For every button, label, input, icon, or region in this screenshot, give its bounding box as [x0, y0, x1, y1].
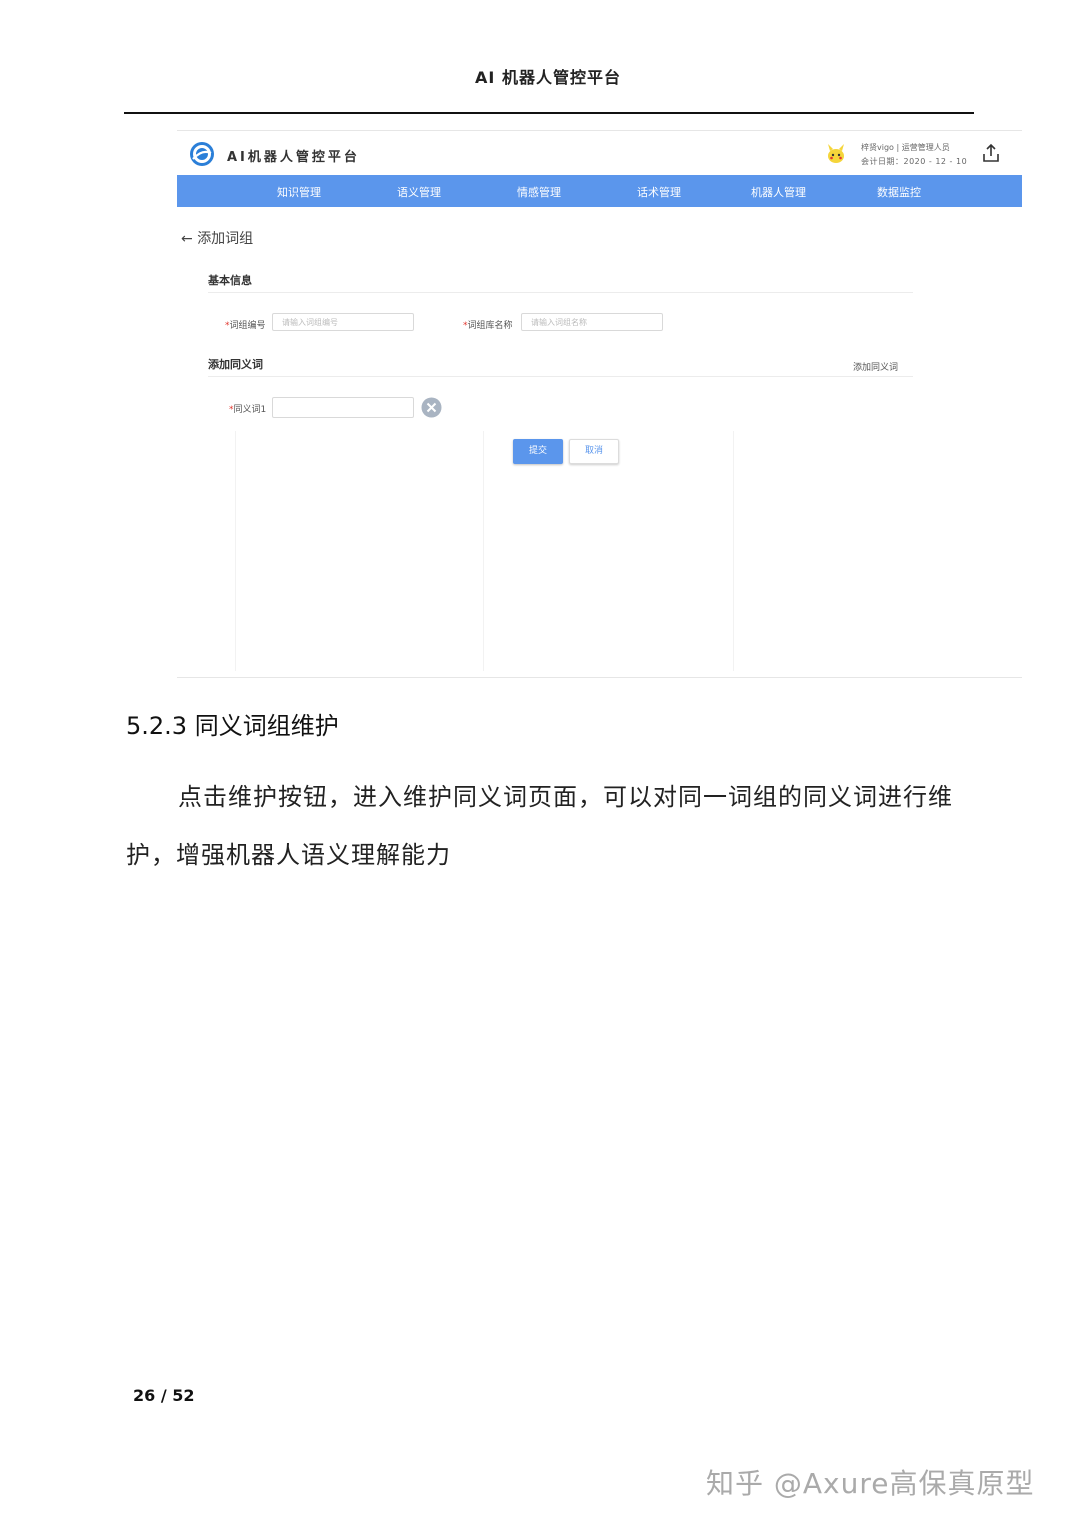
page-number: 26 / 52	[133, 1386, 195, 1405]
share-upload-icon[interactable]	[981, 143, 1001, 163]
nav-item-monitoring[interactable]: 数据监控	[877, 184, 921, 200]
section-divider	[208, 292, 913, 293]
watermark: 知乎 @Axure高保真原型	[706, 1467, 1035, 1500]
accounting-date: 会计日期：2020 - 12 - 10	[861, 157, 968, 166]
section-title-basic: 基本信息	[208, 274, 252, 287]
user-name-role: 梓贤vigo | 运营管理人员	[861, 143, 950, 152]
group-id-input[interactable]: 请输入词组编号	[272, 313, 414, 331]
app-topbar: AI机器人管控平台 梓贤vigo | 运营管理人员 会计日期：2020 - 12…	[177, 131, 1022, 175]
section-title-synonyms: 添加同义词	[208, 358, 263, 371]
group-name-input[interactable]: 请输入词组名称	[521, 313, 663, 331]
section-divider	[208, 376, 913, 377]
arrow-left-icon: ←	[181, 231, 193, 247]
group-name-label: *词组库名称	[463, 321, 513, 331]
cancel-button[interactable]: 取消	[569, 439, 619, 464]
section-heading: 5.2.3 同义词组维护	[126, 712, 339, 740]
running-header: AI 机器人管控平台	[475, 68, 621, 87]
group-id-label: *词组编号	[225, 321, 266, 331]
pikachu-avatar-icon[interactable]	[825, 143, 847, 165]
add-synonym-link[interactable]: 添加同义词	[853, 360, 898, 373]
guide-line	[235, 431, 236, 671]
app-title: AI机器人管控平台	[227, 150, 360, 165]
submit-button[interactable]: 提交	[513, 439, 563, 464]
nav-item-emotion[interactable]: 情感管理	[517, 184, 561, 200]
main-nav: 知识管理 语义管理 情感管理 话术管理 机器人管理 数据监控	[177, 175, 1022, 207]
nav-item-robots[interactable]: 机器人管理	[751, 184, 806, 200]
nav-item-semantics[interactable]: 语义管理	[397, 184, 441, 200]
app-screenshot: AI机器人管控平台 梓贤vigo | 运营管理人员 会计日期：2020 - 12…	[177, 130, 1022, 678]
header-rule	[124, 112, 974, 114]
guide-line	[733, 431, 734, 671]
synonym-1-input[interactable]	[272, 397, 414, 418]
platform-logo-icon	[190, 142, 214, 166]
synonym-1-label: *同义词1	[229, 405, 267, 415]
nav-item-scripts[interactable]: 话术管理	[637, 184, 681, 200]
close-circle-icon[interactable]	[421, 397, 442, 418]
body-paragraph: 点击维护按钮，进入维护同义词页面，可以对同一词组的同义词进行维护，增强机器人语义…	[126, 783, 953, 869]
page-title: 添加词组	[197, 231, 254, 247]
back-link[interactable]: ← 添加词组	[181, 228, 253, 248]
guide-line	[483, 431, 484, 671]
nav-item-knowledge[interactable]: 知识管理	[277, 184, 321, 200]
